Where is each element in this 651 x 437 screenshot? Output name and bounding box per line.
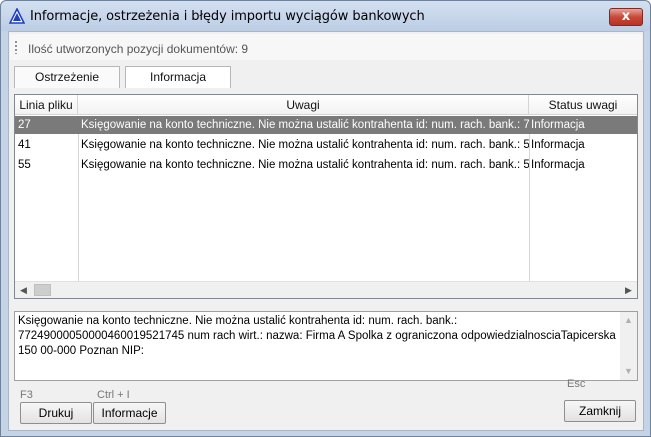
- information-button[interactable]: Informacje: [93, 402, 166, 424]
- scroll-thumb[interactable]: [34, 284, 51, 296]
- close-window-button[interactable]: x: [609, 8, 643, 26]
- scroll-right-icon[interactable]: ▶: [620, 282, 637, 299]
- print-button[interactable]: Drukuj: [20, 402, 92, 424]
- tab-warning[interactable]: Ostrzeżenie: [14, 66, 120, 88]
- dialog-client-area: Ilość utworzonych pozycji dokumentów: 9 …: [8, 31, 644, 431]
- cell-status: Informacja: [531, 119, 585, 131]
- cell-line: 41: [18, 139, 31, 151]
- close-shortcut-hint: Esc: [567, 378, 586, 390]
- close-button[interactable]: Zamknij: [564, 400, 636, 422]
- cell-line: 27: [18, 119, 31, 131]
- table-row[interactable]: 55 Księgowanie na konto techniczne. Nie …: [15, 156, 637, 174]
- print-shortcut-hint: F3: [20, 389, 33, 401]
- detail-text: Księgowanie na konto techniczne. Nie moż…: [18, 315, 616, 357]
- document-count-text: Ilość utworzonych pozycji dokumentów: 9: [28, 42, 249, 56]
- tab-information[interactable]: Informacja: [125, 66, 231, 88]
- column-header-line[interactable]: Linia pliku: [15, 95, 78, 115]
- cell-status: Informacja: [531, 139, 585, 151]
- cell-status: Informacja: [531, 159, 585, 171]
- column-header-status[interactable]: Status uwagi: [529, 95, 637, 115]
- info-shortcut-hint: Ctrl + I: [97, 389, 130, 401]
- table-row[interactable]: 41 Księgowanie na konto techniczne. Nie …: [15, 136, 637, 154]
- scroll-left-icon[interactable]: ◀: [15, 282, 32, 299]
- column-header-notes[interactable]: Uwagi: [78, 95, 529, 115]
- window-title: Informacje, ostrzeżenia i błędy importu …: [30, 9, 425, 24]
- vertical-scrollbar[interactable]: ▲ ▼: [620, 312, 637, 380]
- cell-note: Księgowanie na konto techniczne. Nie moż…: [81, 159, 529, 171]
- close-icon: x: [621, 9, 631, 24]
- cell-note: Księgowanie na konto techniczne. Nie moż…: [81, 119, 529, 131]
- cell-line: 55: [18, 159, 31, 171]
- scroll-up-icon[interactable]: ▲: [620, 312, 637, 329]
- dialog-window: Informacje, ostrzeżenia i błędy importu …: [0, 0, 651, 437]
- table-header: Linia pliku Uwagi Status uwagi: [15, 95, 637, 115]
- horizontal-scrollbar[interactable]: ◀ ▶: [15, 281, 637, 298]
- table-body: 27 Księgowanie na konto techniczne. Nie …: [15, 116, 637, 281]
- info-bar: Ilość utworzonych pozycji dokumentów: 9: [10, 34, 642, 60]
- scroll-down-icon[interactable]: ▼: [620, 363, 637, 380]
- cell-note: Księgowanie na konto techniczne. Nie moż…: [81, 139, 529, 151]
- table-row[interactable]: 27 Księgowanie na konto techniczne. Nie …: [15, 116, 637, 134]
- detail-textbox[interactable]: Księgowanie na konto techniczne. Nie moż…: [14, 311, 638, 381]
- grip-icon: [15, 40, 17, 54]
- title-bar[interactable]: Informacje, ostrzeżenia i błędy importu …: [1, 1, 650, 31]
- app-triangle-icon: [9, 8, 25, 24]
- messages-table: Linia pliku Uwagi Status uwagi 27 Księgo…: [14, 94, 638, 299]
